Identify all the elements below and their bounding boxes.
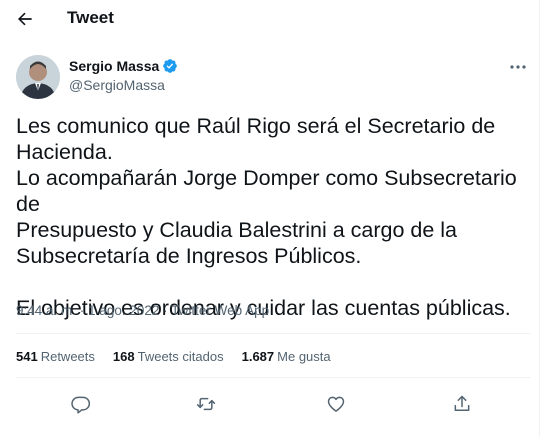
- header: Tweet: [0, 0, 540, 38]
- retweet-button[interactable]: [191, 389, 221, 419]
- reply-icon: [71, 396, 91, 414]
- avatar-image: [16, 55, 60, 99]
- retweets-stat[interactable]: 541 Retweets: [16, 349, 95, 364]
- retweet-icon: [196, 397, 216, 411]
- likes-count: 1.687: [241, 349, 275, 364]
- author-row: Sergio Massa @SergioMassa: [16, 55, 531, 101]
- tweet-date[interactable]: 1 ago. 2022: [88, 303, 159, 318]
- quotes-stat[interactable]: 168 Tweets citados: [113, 349, 224, 364]
- name-line: Sergio Massa: [69, 58, 178, 74]
- user-handle[interactable]: @SergioMassa: [69, 77, 178, 93]
- tweet-stats: 541 Retweets 168 Tweets citados 1.687 Me gu…: [16, 349, 331, 364]
- tweet-meta: 9:44 a. m. · 1 ago. 2022 · Twitter Web A…: [16, 303, 269, 318]
- quotes-count: 168: [112, 349, 135, 364]
- tweet-text: Les comunico que Raúl Rigo será el Secre…: [16, 114, 517, 320]
- tweet-detail-panel: Tweet Sergio Massa @SergioMassa Les comu…: [0, 0, 540, 437]
- action-bar: [0, 389, 540, 419]
- share-button[interactable]: [447, 389, 477, 419]
- tweet-source[interactable]: Twitter Web App: [171, 303, 269, 318]
- divider-top: [16, 333, 531, 334]
- tweet-time[interactable]: 9:44 a. m.: [16, 303, 76, 318]
- like-button[interactable]: [321, 389, 351, 419]
- arrow-left-icon: [18, 12, 32, 26]
- back-button[interactable]: [10, 4, 40, 34]
- quotes-label: Tweets citados: [137, 349, 224, 364]
- divider-middle: [16, 377, 531, 378]
- meta-separator-2: ·: [159, 303, 172, 318]
- likes-label: Me gusta: [277, 349, 331, 364]
- meta-separator: ·: [76, 303, 89, 318]
- retweets-count: 541: [16, 349, 38, 364]
- like-icon: [327, 396, 345, 412]
- likes-stat[interactable]: 1.687 Me gusta: [242, 349, 331, 364]
- more-options-button[interactable]: [505, 58, 531, 76]
- author-info: Sergio Massa @SergioMassa: [69, 58, 178, 93]
- display-name[interactable]: Sergio Massa: [69, 58, 159, 74]
- reply-button[interactable]: [66, 389, 96, 419]
- retweets-label: Retweets: [40, 349, 95, 364]
- more-horizontal-icon: [510, 65, 526, 69]
- verified-badge-icon: [163, 59, 178, 73]
- share-icon: [454, 395, 470, 411]
- avatar[interactable]: [16, 55, 60, 99]
- page-title: Tweet: [67, 8, 114, 27]
